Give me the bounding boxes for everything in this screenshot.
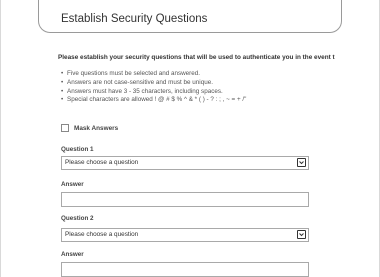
answer-1-field[interactable]	[61, 192, 309, 207]
mask-answers-toggle[interactable]: Mask Answers	[61, 124, 118, 132]
list-item: • Answers must have 3 - 35 characters, in…	[61, 88, 246, 97]
chevron-down-icon[interactable]	[297, 158, 306, 167]
bullet-icon: •	[61, 70, 64, 77]
question-1-select[interactable]: Please choose a question	[61, 156, 309, 170]
answer-2-label: Answer	[61, 251, 84, 258]
bullet-icon: •	[61, 78, 64, 86]
rule-text: Answers are not case-sensitive and must …	[67, 78, 213, 86]
rule-text: Special characters are allowed ! @ # $ %…	[67, 96, 247, 104]
answer-2-field[interactable]	[61, 262, 309, 277]
question-2-label: Question 2	[61, 215, 94, 222]
list-item: • Answers are not case-sensitive and must…	[61, 79, 246, 88]
question-1-selected-value: Please choose a question	[65, 159, 139, 166]
answer-1-label: Answer	[61, 181, 84, 188]
chevron-down-icon[interactable]	[297, 230, 306, 239]
checkbox-icon[interactable]	[61, 124, 69, 132]
rules-list: • Five questions must be selected and ans…	[61, 70, 246, 105]
question-2-selected-value: Please choose a question	[65, 231, 139, 238]
rule-text: Five questions must be selected and answ…	[67, 70, 201, 77]
rule-text: Answers must have 3 - 35 characters, inc…	[67, 87, 223, 95]
security-questions-form: Please establish your security questions…	[58, 0, 380, 277]
mask-answers-label: Mask Answers	[74, 124, 119, 132]
intro-text: Please establish your security questions…	[58, 54, 335, 61]
bullet-icon: •	[61, 96, 64, 104]
question-1-label: Question 1	[61, 146, 94, 153]
bullet-icon: •	[61, 87, 64, 95]
list-item: • Five questions must be selected and ans…	[61, 70, 246, 79]
list-item: • Special characters are allowed ! @ # $ …	[61, 96, 246, 105]
question-2-select[interactable]: Please choose a question	[61, 228, 309, 242]
